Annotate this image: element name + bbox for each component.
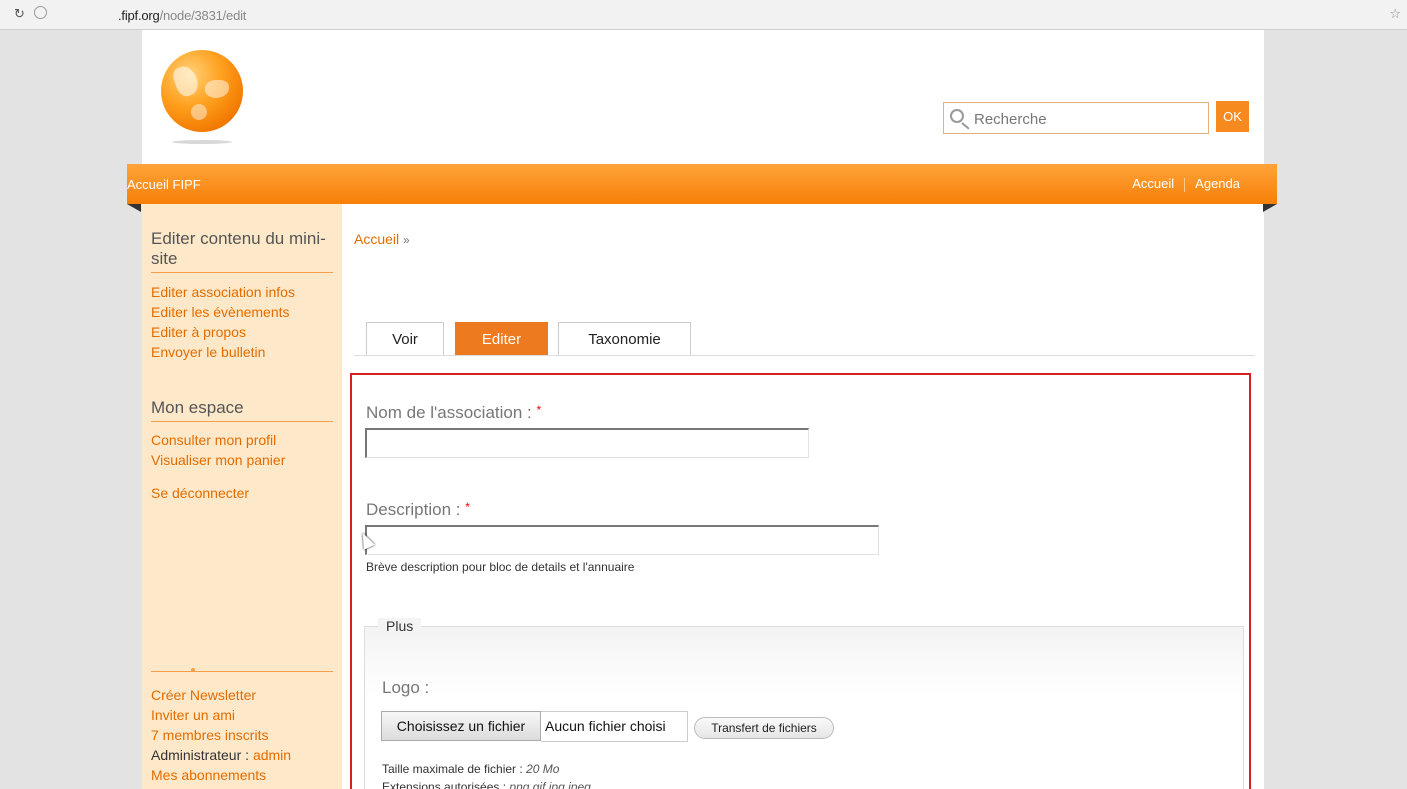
tab-taxonomie[interactable]: Taxonomie xyxy=(558,322,691,356)
logo-shadow xyxy=(172,140,232,144)
name-label: Nom de l'association : * xyxy=(366,403,542,422)
tab-editer[interactable]: Editer xyxy=(455,322,548,356)
browser-toolbar: ↻ .fipf.org/node/3831/edit ☆ xyxy=(0,0,1407,30)
file-status: Aucun fichier choisi xyxy=(541,711,688,742)
required-mark: * xyxy=(536,403,542,417)
nav-item-accueil[interactable]: Accueil xyxy=(1122,176,1184,191)
fieldset-legend[interactable]: Plus xyxy=(378,618,422,634)
sidebar-link-profile[interactable]: Consulter mon profil xyxy=(151,430,276,450)
choose-file-button[interactable]: Choisissez un fichier xyxy=(381,711,541,741)
sidebar-title-edit: Editer contenu du mini-site xyxy=(151,229,333,273)
sidebar-link-send-bulletin[interactable]: Envoyer le bulletin xyxy=(151,342,265,362)
globe-land xyxy=(191,104,207,120)
url-path: /node/3831/edit xyxy=(159,8,247,23)
nav-right: Accueil Agenda xyxy=(1122,176,1250,192)
search-box xyxy=(943,102,1209,134)
description-help: Brève description pour bloc de details e… xyxy=(366,560,635,574)
search-input[interactable] xyxy=(974,107,1204,131)
admin-label: Administrateur : xyxy=(151,747,253,763)
breadcrumb-home[interactable]: Accueil xyxy=(354,231,399,247)
sidebar-link-edit-events[interactable]: Editer les évènements xyxy=(151,302,290,322)
required-mark: * xyxy=(465,500,470,514)
sidebar-link-edit-about[interactable]: Editer à propos xyxy=(151,322,246,342)
nav-item-agenda[interactable]: Agenda xyxy=(1185,176,1250,191)
logo-label: Logo : xyxy=(382,678,430,697)
max-size-text: Taille maximale de fichier : 20 Mo xyxy=(382,762,560,776)
tab-voir[interactable]: Voir xyxy=(366,322,444,356)
breadcrumb-separator: » xyxy=(403,233,410,247)
sidebar-title-my-space: Mon espace xyxy=(151,398,333,422)
nav-home-fipf[interactable]: Accueil FIPF xyxy=(127,177,201,192)
globe-land xyxy=(170,63,202,99)
extensions-text: Extensions autorisées : png gif jpg jpeg xyxy=(382,780,591,789)
description-label: Description : * xyxy=(366,500,470,519)
sidebar-link-newsletter[interactable]: Créer Newsletter xyxy=(151,685,256,705)
breadcrumb: Accueil » xyxy=(354,231,410,247)
ribbon-fold-right xyxy=(1263,204,1277,212)
description-input[interactable] xyxy=(365,525,879,555)
ribbon-fold-left xyxy=(127,204,141,212)
address-bar[interactable]: .fipf.org/node/3831/edit xyxy=(118,8,246,23)
sidebar-link-subscriptions[interactable]: Mes abonnements xyxy=(151,765,266,785)
site-info-icon[interactable] xyxy=(34,6,47,19)
main-nav: Accueil FIPF Accueil Agenda xyxy=(127,164,1277,204)
sidebar-divider xyxy=(151,668,333,672)
association-name-input[interactable] xyxy=(365,428,809,458)
sidebar-link-cart[interactable]: Visualiser mon panier xyxy=(151,450,285,470)
reload-icon[interactable]: ↻ xyxy=(14,6,25,22)
sidebar-link-members[interactable]: 7 membres inscrits xyxy=(151,725,268,745)
tabs-underline xyxy=(354,355,1255,356)
sidebar: Editer contenu du mini-site Editer assoc… xyxy=(142,204,342,789)
sidebar-link-logout[interactable]: Se déconnecter xyxy=(151,483,249,503)
search-ok-button[interactable]: OK xyxy=(1216,101,1249,132)
url-domain: .fipf.org xyxy=(118,8,160,23)
admin-user-link[interactable]: admin xyxy=(253,747,291,763)
site-logo[interactable] xyxy=(161,50,243,132)
bookmark-star-icon[interactable]: ☆ xyxy=(1389,6,1401,22)
search-icon xyxy=(950,109,972,130)
sidebar-link-invite[interactable]: Inviter un ami xyxy=(151,705,235,725)
globe-land xyxy=(205,80,229,98)
sidebar-link-edit-association[interactable]: Editer association infos xyxy=(151,282,295,302)
upload-button[interactable]: Transfert de fichiers xyxy=(694,717,834,739)
sidebar-admin-line: Administrateur : admin xyxy=(151,745,291,765)
